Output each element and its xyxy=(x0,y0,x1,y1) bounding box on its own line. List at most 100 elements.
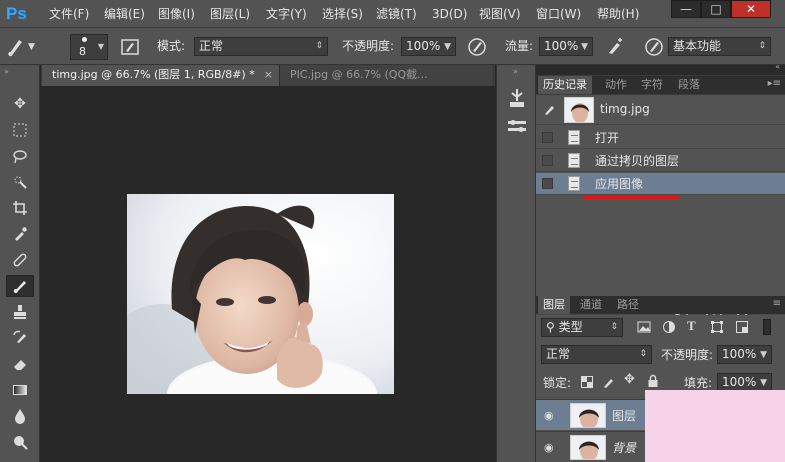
layer-filter-select[interactable]: ⚲ 类型 ⇕ xyxy=(541,318,623,337)
tools-panel: » ✥ xyxy=(0,65,40,462)
snapshot-name: timg.jpg xyxy=(600,102,650,116)
brush-panel-toggle[interactable] xyxy=(120,38,140,56)
tab-timg[interactable]: timg.jpg @ 66.7% (图层 1, RGB/8#) * × xyxy=(42,65,279,86)
collapse-icon[interactable]: « xyxy=(775,62,780,71)
panel-menu-icon[interactable]: ≡ xyxy=(773,298,781,309)
pressure-size-toggle[interactable] xyxy=(643,36,665,58)
mode-select[interactable]: 正常 ⇕ xyxy=(194,37,328,56)
collapse-icon[interactable]: » xyxy=(513,67,518,76)
menu-view[interactable]: 视图(V) xyxy=(479,6,521,22)
marquee-tool[interactable] xyxy=(6,119,34,141)
overlay-block xyxy=(645,390,785,462)
blur-tool[interactable] xyxy=(6,405,34,427)
filter-type-icon[interactable]: T xyxy=(687,318,696,334)
menu-type[interactable]: 文字(Y) xyxy=(266,6,307,22)
tab-history[interactable]: 历史记录 xyxy=(538,76,592,94)
layer-filter-value: 类型 xyxy=(558,320,583,334)
tab-actions[interactable]: 动作 xyxy=(600,76,632,94)
history-source-checkbox[interactable] xyxy=(542,132,553,143)
eye-icon[interactable]: ◉ xyxy=(544,409,554,422)
menu-file[interactable]: 文件(F) xyxy=(49,6,89,22)
lock-all-icon[interactable] xyxy=(647,374,659,388)
collapse-icon[interactable]: » xyxy=(4,67,9,76)
history-source-checkbox[interactable] xyxy=(542,178,553,189)
eye-icon[interactable]: ◉ xyxy=(544,441,554,454)
quick-selection-tool[interactable] xyxy=(6,171,34,193)
healing-brush-tool[interactable] xyxy=(6,249,34,271)
filter-adjustment-icon[interactable] xyxy=(662,320,676,334)
flow-value: 100% xyxy=(544,39,579,53)
quick-selection-icon xyxy=(14,176,27,189)
history-item-label: 打开 xyxy=(595,131,620,145)
workspace-select[interactable]: 基本功能 ⇕ xyxy=(668,37,771,56)
brush-tool[interactable] xyxy=(6,275,34,297)
opacity-input[interactable]: 100% ▼ xyxy=(401,37,456,56)
menu-layer[interactable]: 图层(L) xyxy=(210,6,250,22)
tab-pic[interactable]: PIC.jpg @ 66.7% (QQ截... xyxy=(279,65,493,86)
history-source-checkbox[interactable] xyxy=(542,155,553,166)
tab-paths[interactable]: 路径 xyxy=(612,296,644,314)
snapshot-thumbnail xyxy=(564,97,594,123)
blend-mode-value: 正常 xyxy=(546,347,571,361)
history-item[interactable]: 通过拷贝的图层 xyxy=(536,150,785,172)
brush-size-picker[interactable]: 8 ▼ xyxy=(70,34,108,60)
canvas-area[interactable] xyxy=(41,86,495,462)
filter-pixel-icon[interactable] xyxy=(637,321,651,333)
updown-icon: ⇕ xyxy=(315,41,323,51)
tool-preset-picker[interactable] xyxy=(6,34,26,58)
crop-tool[interactable] xyxy=(6,197,34,219)
chevron-down-icon: ▼ xyxy=(581,42,588,52)
history-snapshot-row[interactable]: timg.jpg xyxy=(536,95,785,125)
menu-image[interactable]: 图像(I) xyxy=(158,6,195,22)
tab-paragraph[interactable]: 段落 xyxy=(673,76,705,94)
minimize-button[interactable]: — xyxy=(671,0,701,18)
eyedropper-tool[interactable] xyxy=(6,223,34,245)
history-item-selected[interactable]: 应用图像 xyxy=(536,173,785,195)
move-tool[interactable]: ✥ xyxy=(6,93,34,115)
menu-edit[interactable]: 编辑(E) xyxy=(104,6,145,22)
stamp-icon xyxy=(14,305,26,319)
history-item[interactable]: 打开 xyxy=(536,127,785,149)
menu-select[interactable]: 选择(S) xyxy=(322,6,363,22)
tab-channels[interactable]: 通道 xyxy=(575,296,607,314)
airbrush-toggle[interactable] xyxy=(604,36,626,58)
drop-icon xyxy=(15,409,25,424)
tab-layers[interactable]: 图层 xyxy=(538,296,570,314)
menu-filter[interactable]: 滤镜(T) xyxy=(376,6,417,22)
close-icon[interactable]: × xyxy=(264,65,273,85)
fill-value: 100% xyxy=(722,375,757,389)
dodge-tool[interactable] xyxy=(6,431,34,453)
annotation-underline xyxy=(583,196,679,200)
pressure-opacity-toggle[interactable] xyxy=(466,36,488,58)
panel-menu-icon[interactable]: ▸≡ xyxy=(768,78,781,89)
eraser-tool[interactable] xyxy=(6,353,34,375)
clone-stamp-tool[interactable] xyxy=(6,301,34,323)
layer-opacity-input[interactable]: 100% ▼ xyxy=(717,345,772,364)
layer-name[interactable]: 背景 xyxy=(612,439,636,456)
menu-window[interactable]: 窗口(W) xyxy=(536,6,581,22)
lasso-tool[interactable] xyxy=(6,145,34,167)
lock-pixels-icon[interactable] xyxy=(602,375,616,389)
filter-smart-object-icon[interactable] xyxy=(735,320,749,334)
maximize-button[interactable]: □ xyxy=(701,0,731,18)
filter-toggle-switch[interactable] xyxy=(763,319,771,335)
history-panel-toggle[interactable] xyxy=(506,87,528,111)
fill-label: 填充: xyxy=(684,376,713,390)
lock-position-icon[interactable]: ✥ xyxy=(624,372,635,387)
gradient-icon xyxy=(13,385,27,395)
lock-transparent-icon[interactable] xyxy=(581,376,593,388)
tab-character[interactable]: 字符 xyxy=(636,76,668,94)
chevron-down-icon[interactable]: ▼ xyxy=(28,42,35,52)
filter-shape-icon[interactable] xyxy=(710,320,724,334)
flow-input[interactable]: 100% ▼ xyxy=(539,37,593,56)
gradient-tool[interactable] xyxy=(6,379,34,401)
menu-3d[interactable]: 3D(D) xyxy=(432,6,467,22)
history-brush-tool[interactable] xyxy=(6,327,34,349)
bandage-icon xyxy=(13,253,27,267)
blend-mode-select[interactable]: 正常 ⇕ xyxy=(541,345,652,364)
menu-help[interactable]: 帮助(H) xyxy=(597,6,639,22)
brush-presets-toggle[interactable] xyxy=(506,117,528,137)
layer-name[interactable]: 图层 xyxy=(612,407,636,424)
close-button[interactable]: ✕ xyxy=(731,0,771,18)
menu-bar: Ps 文件(F) 编辑(E) 图像(I) 图层(L) 文字(Y) 选择(S) 滤… xyxy=(0,0,785,28)
